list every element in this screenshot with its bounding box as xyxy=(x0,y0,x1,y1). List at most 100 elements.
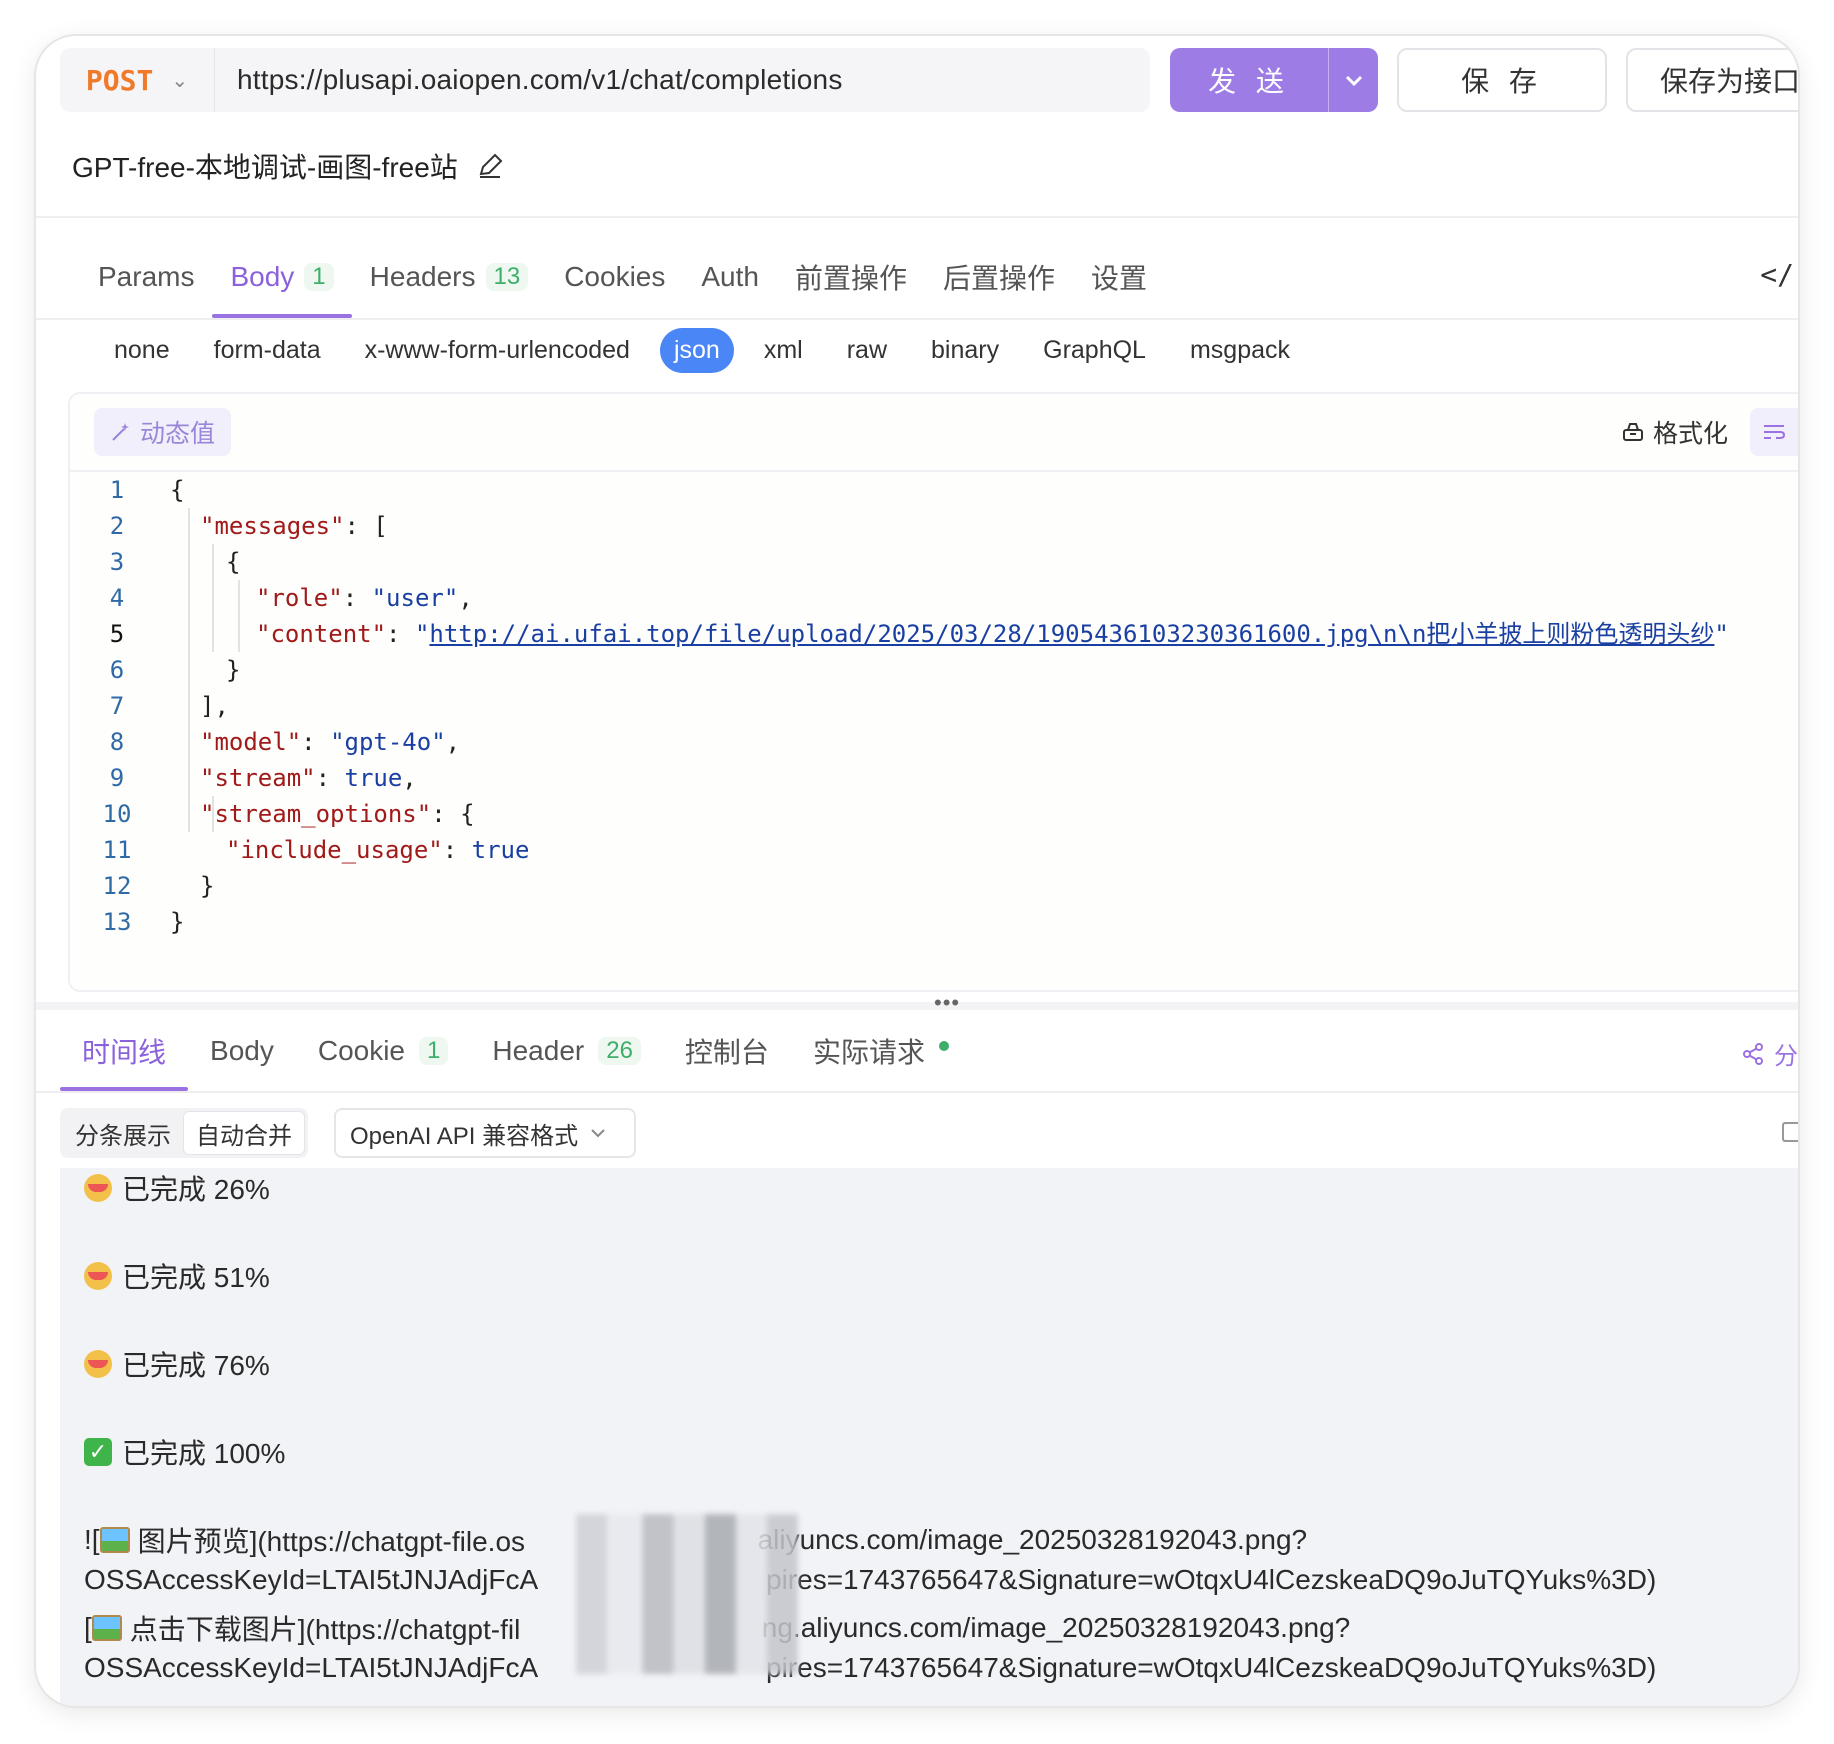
code-line: 9 "stream": true, xyxy=(70,760,1798,796)
code-area[interactable]: 1{ 2 "messages": [ 3{ 4 "role": "user", 5 "… xyxy=(70,472,1798,940)
line-number: 11 xyxy=(102,836,132,864)
tab-response-cookie[interactable]: Cookie 1 xyxy=(296,1011,471,1091)
markdown-text: 点击下载图片](https://chatgpt-fil xyxy=(129,1614,521,1645)
markdown-text: pires=1743765647&Signature=wOtqxU4lCezsk… xyxy=(766,1564,1657,1595)
share-button[interactable]: 分 xyxy=(1742,1036,1798,1071)
json-quote: " xyxy=(1714,620,1729,648)
line-number: 8 xyxy=(109,728,125,756)
tab-badge: 1 xyxy=(304,263,334,291)
tab-settings[interactable]: 设置 xyxy=(1073,236,1165,318)
tab-headers[interactable]: Headers 13 xyxy=(352,236,547,318)
code-line: 5 "content": "http://ai.ufai.top/file/upl… xyxy=(70,616,1798,652)
tab-body[interactable]: Body 1 xyxy=(212,236,352,318)
tab-actual-request[interactable]: 实际请求 xyxy=(791,1011,971,1091)
code-line: 12} xyxy=(70,868,1798,904)
picture-icon xyxy=(91,1615,122,1641)
format-button[interactable]: 格式化 xyxy=(1621,408,1728,456)
code-line: 7], xyxy=(70,688,1798,724)
redaction-blur xyxy=(576,1514,798,1674)
view-mode-toggle: 分条展示 自动合并 xyxy=(60,1108,308,1158)
share-label: 分 xyxy=(1774,1043,1798,1070)
code-line: 13} xyxy=(70,904,1798,940)
json-editor[interactable]: 动态值 格式化 1{ 2 "messages": [3 {4 "role":… xyxy=(68,392,1798,992)
chevron-down-icon xyxy=(591,1129,605,1138)
tab-badge: 26 xyxy=(598,1037,641,1065)
tab-label: Body xyxy=(230,261,295,292)
progress-text: 已完成 100% xyxy=(122,1438,286,1469)
code-text: "content": "http://ai.ufai.top/file/uplo… xyxy=(256,620,1729,648)
brush-icon xyxy=(1622,423,1643,441)
code-view-icon[interactable]: </ xyxy=(1760,258,1794,291)
save-button[interactable]: 保 存 xyxy=(1397,48,1607,112)
panel-resize-handle[interactable] xyxy=(36,1002,1798,1010)
tab-label: Auth xyxy=(701,261,759,292)
markdown-text: ![ xyxy=(84,1524,100,1555)
response-content: 已完成 26% 已完成 51% 已完成 76% ✓ 已完成 100% ![ 图片预… xyxy=(60,1168,1798,1706)
tab-timeline[interactable]: 时间线 xyxy=(60,1011,189,1091)
tab-response-body[interactable]: Body xyxy=(188,1011,296,1091)
tab-label: 时间线 xyxy=(82,1037,167,1068)
json-key: "stream_options" xyxy=(200,800,432,828)
tab-console[interactable]: 控制台 xyxy=(663,1011,791,1091)
json-key: "content" xyxy=(256,620,387,648)
request-bar: POST ⌄ https://plusapi.oaiopen.com/v1/ch… xyxy=(60,48,1798,112)
markdown-text: ng.aliyuncs.com/image_20250328192043.png… xyxy=(761,1612,1351,1643)
response-tabs: 时间线 Body Cookie 1 Header 26 控制台 实际请求 xyxy=(60,1011,971,1091)
progress-text: 已完成 51% xyxy=(122,1262,270,1293)
body-type-selector: none form-data x-www-form-urlencoded jso… xyxy=(100,320,1320,380)
line-number: 10 xyxy=(102,800,132,828)
body-type-xml[interactable]: xml xyxy=(750,328,817,373)
view-mode-split[interactable]: 分条展示 xyxy=(63,1111,183,1155)
progress-line: 已完成 76% xyxy=(84,1344,270,1384)
tab-post-actions[interactable]: 后置操作 xyxy=(925,236,1073,318)
save-as-api-button[interactable]: 保存为接口 xyxy=(1626,48,1798,112)
url-input[interactable]: https://plusapi.oaiopen.com/v1/chat/comp… xyxy=(215,64,843,96)
body-type-form-data[interactable]: form-data xyxy=(200,328,335,373)
code-text: { xyxy=(226,548,241,576)
tab-cookies[interactable]: Cookies xyxy=(546,236,683,318)
json-punct: : [ xyxy=(344,512,388,540)
code-text: "model": "gpt-4o", xyxy=(200,728,461,756)
word-wrap-button[interactable] xyxy=(1750,408,1798,456)
view-mode-merge[interactable]: 自动合并 xyxy=(183,1111,305,1155)
json-link[interactable]: http://ai.ufai.top/file/upload/2025/03/2… xyxy=(429,620,1714,648)
tab-badge: 1 xyxy=(419,1037,449,1065)
tab-label: 设置 xyxy=(1091,263,1148,294)
body-type-json[interactable]: json xyxy=(659,327,734,373)
markdown-text: pires=1743765647&Signature=wOtqxU4lCezsk… xyxy=(766,1652,1657,1683)
tab-badge: 13 xyxy=(485,263,529,291)
tab-label: 后置操作 xyxy=(943,263,1056,294)
send-dropdown[interactable] xyxy=(1328,48,1378,112)
request-title: GPT-free-本地调试-画图-free站 xyxy=(72,152,458,183)
dynamic-value-label: 动态值 xyxy=(140,420,216,448)
line-number: 2 xyxy=(109,512,125,540)
tab-label: Headers xyxy=(369,261,476,292)
json-string: "user" xyxy=(371,584,459,612)
json-key: "role" xyxy=(256,584,343,612)
response-format-select[interactable]: OpenAI API 兼容格式 xyxy=(334,1108,636,1158)
tab-pre-actions[interactable]: 前置操作 xyxy=(777,236,925,318)
body-type-binary[interactable]: binary xyxy=(917,328,1013,373)
body-type-msgpack[interactable]: msgpack xyxy=(1176,328,1304,373)
line-number: 7 xyxy=(109,692,125,720)
body-type-graphql[interactable]: GraphQL xyxy=(1029,328,1160,373)
method-select[interactable]: POST ⌄ xyxy=(60,48,215,112)
tab-label: Header xyxy=(492,1035,585,1066)
markdown-text: 图片预览](https://chatgpt-file.os xyxy=(137,1526,526,1557)
edit-icon[interactable] xyxy=(476,152,504,180)
app-window: POST ⌄ https://plusapi.oaiopen.com/v1/ch… xyxy=(36,36,1798,1706)
body-type-none[interactable]: none xyxy=(100,328,184,373)
divider xyxy=(36,216,1798,218)
tab-params[interactable]: Params xyxy=(80,236,212,318)
line-number: 5 xyxy=(109,620,125,648)
body-type-raw[interactable]: raw xyxy=(833,328,901,373)
line-number: 1 xyxy=(109,476,125,504)
tab-auth[interactable]: Auth xyxy=(683,236,777,318)
copy-icon[interactable] xyxy=(1782,1122,1798,1142)
hot-face-icon xyxy=(84,1174,112,1202)
dynamic-value-button[interactable]: 动态值 xyxy=(94,408,232,456)
body-type-urlencoded[interactable]: x-www-form-urlencoded xyxy=(351,328,644,373)
method-label: POST xyxy=(85,63,154,97)
send-button[interactable]: 发 送 xyxy=(1170,48,1378,112)
tab-response-header[interactable]: Header 26 xyxy=(470,1011,663,1091)
